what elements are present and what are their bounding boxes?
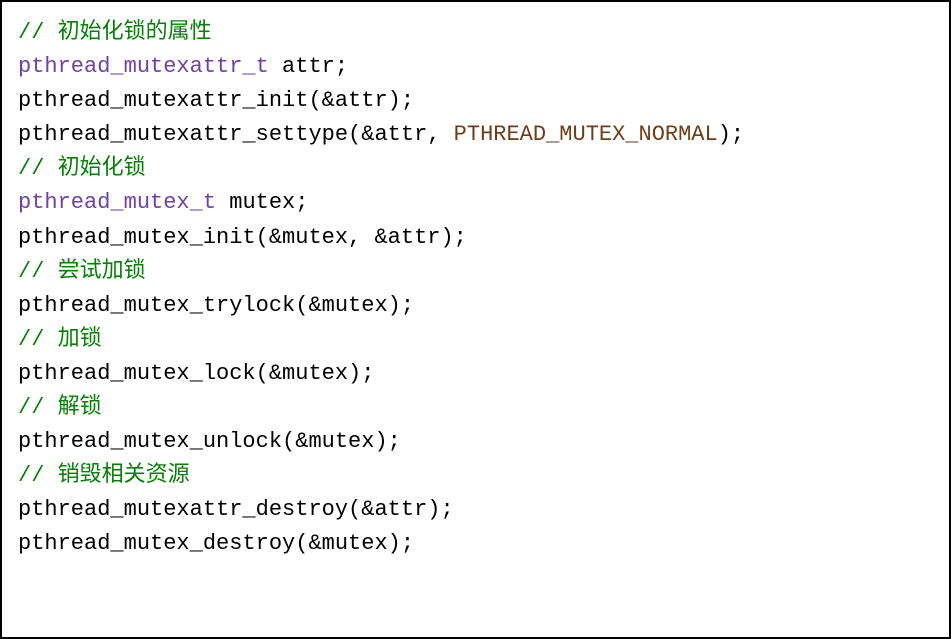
comment-text: // 初始化锁的属性 (18, 20, 212, 45)
code-line: pthread_mutex_trylock(&mutex); (18, 289, 933, 323)
comment-text: // 加锁 (18, 327, 102, 352)
code-block: // 初始化锁的属性 pthread_mutexattr_t attr; pth… (0, 0, 951, 639)
code-line: pthread_mutex_t mutex; (18, 186, 933, 220)
code-line: // 初始化锁的属性 (18, 16, 933, 50)
comment-text: // 销毁相关资源 (18, 463, 190, 488)
code-text: pthread_mutex_lock(&mutex); (18, 361, 374, 386)
code-text: pthread_mutexattr_settype(&attr, (18, 122, 454, 147)
code-text: pthread_mutexattr_destroy(&attr); (18, 497, 454, 522)
code-text: pthread_mutexattr_init(&attr); (18, 88, 414, 113)
code-line: pthread_mutexattr_settype(&attr, PTHREAD… (18, 118, 933, 152)
comment-text: // 初始化锁 (18, 156, 146, 181)
code-text: pthread_mutex_destroy(&mutex); (18, 531, 414, 556)
code-line: pthread_mutex_destroy(&mutex); (18, 527, 933, 561)
code-text: pthread_mutex_init(&mutex, &attr); (18, 225, 467, 250)
type-keyword: pthread_mutex_t (18, 190, 216, 215)
code-line: pthread_mutexattr_init(&attr); (18, 84, 933, 118)
code-line: pthread_mutex_init(&mutex, &attr); (18, 221, 933, 255)
comment-text: // 解锁 (18, 395, 102, 420)
code-line: // 尝试加锁 (18, 255, 933, 289)
code-line: // 加锁 (18, 323, 933, 357)
code-line: pthread_mutexattr_t attr; (18, 50, 933, 84)
code-line: pthread_mutex_lock(&mutex); (18, 357, 933, 391)
code-line: // 解锁 (18, 391, 933, 425)
code-text: pthread_mutex_unlock(&mutex); (18, 429, 401, 454)
code-text: pthread_mutex_trylock(&mutex); (18, 293, 414, 318)
code-line: // 销毁相关资源 (18, 459, 933, 493)
code-line: pthread_mutex_unlock(&mutex); (18, 425, 933, 459)
code-text: ); (718, 122, 744, 147)
code-text: mutex; (216, 190, 308, 215)
code-line: // 初始化锁 (18, 152, 933, 186)
comment-text: // 尝试加锁 (18, 259, 146, 284)
constant-text: PTHREAD_MUTEX_NORMAL (454, 122, 718, 147)
type-keyword: pthread_mutexattr_t (18, 54, 269, 79)
code-text: attr; (269, 54, 348, 79)
code-line: pthread_mutexattr_destroy(&attr); (18, 493, 933, 527)
